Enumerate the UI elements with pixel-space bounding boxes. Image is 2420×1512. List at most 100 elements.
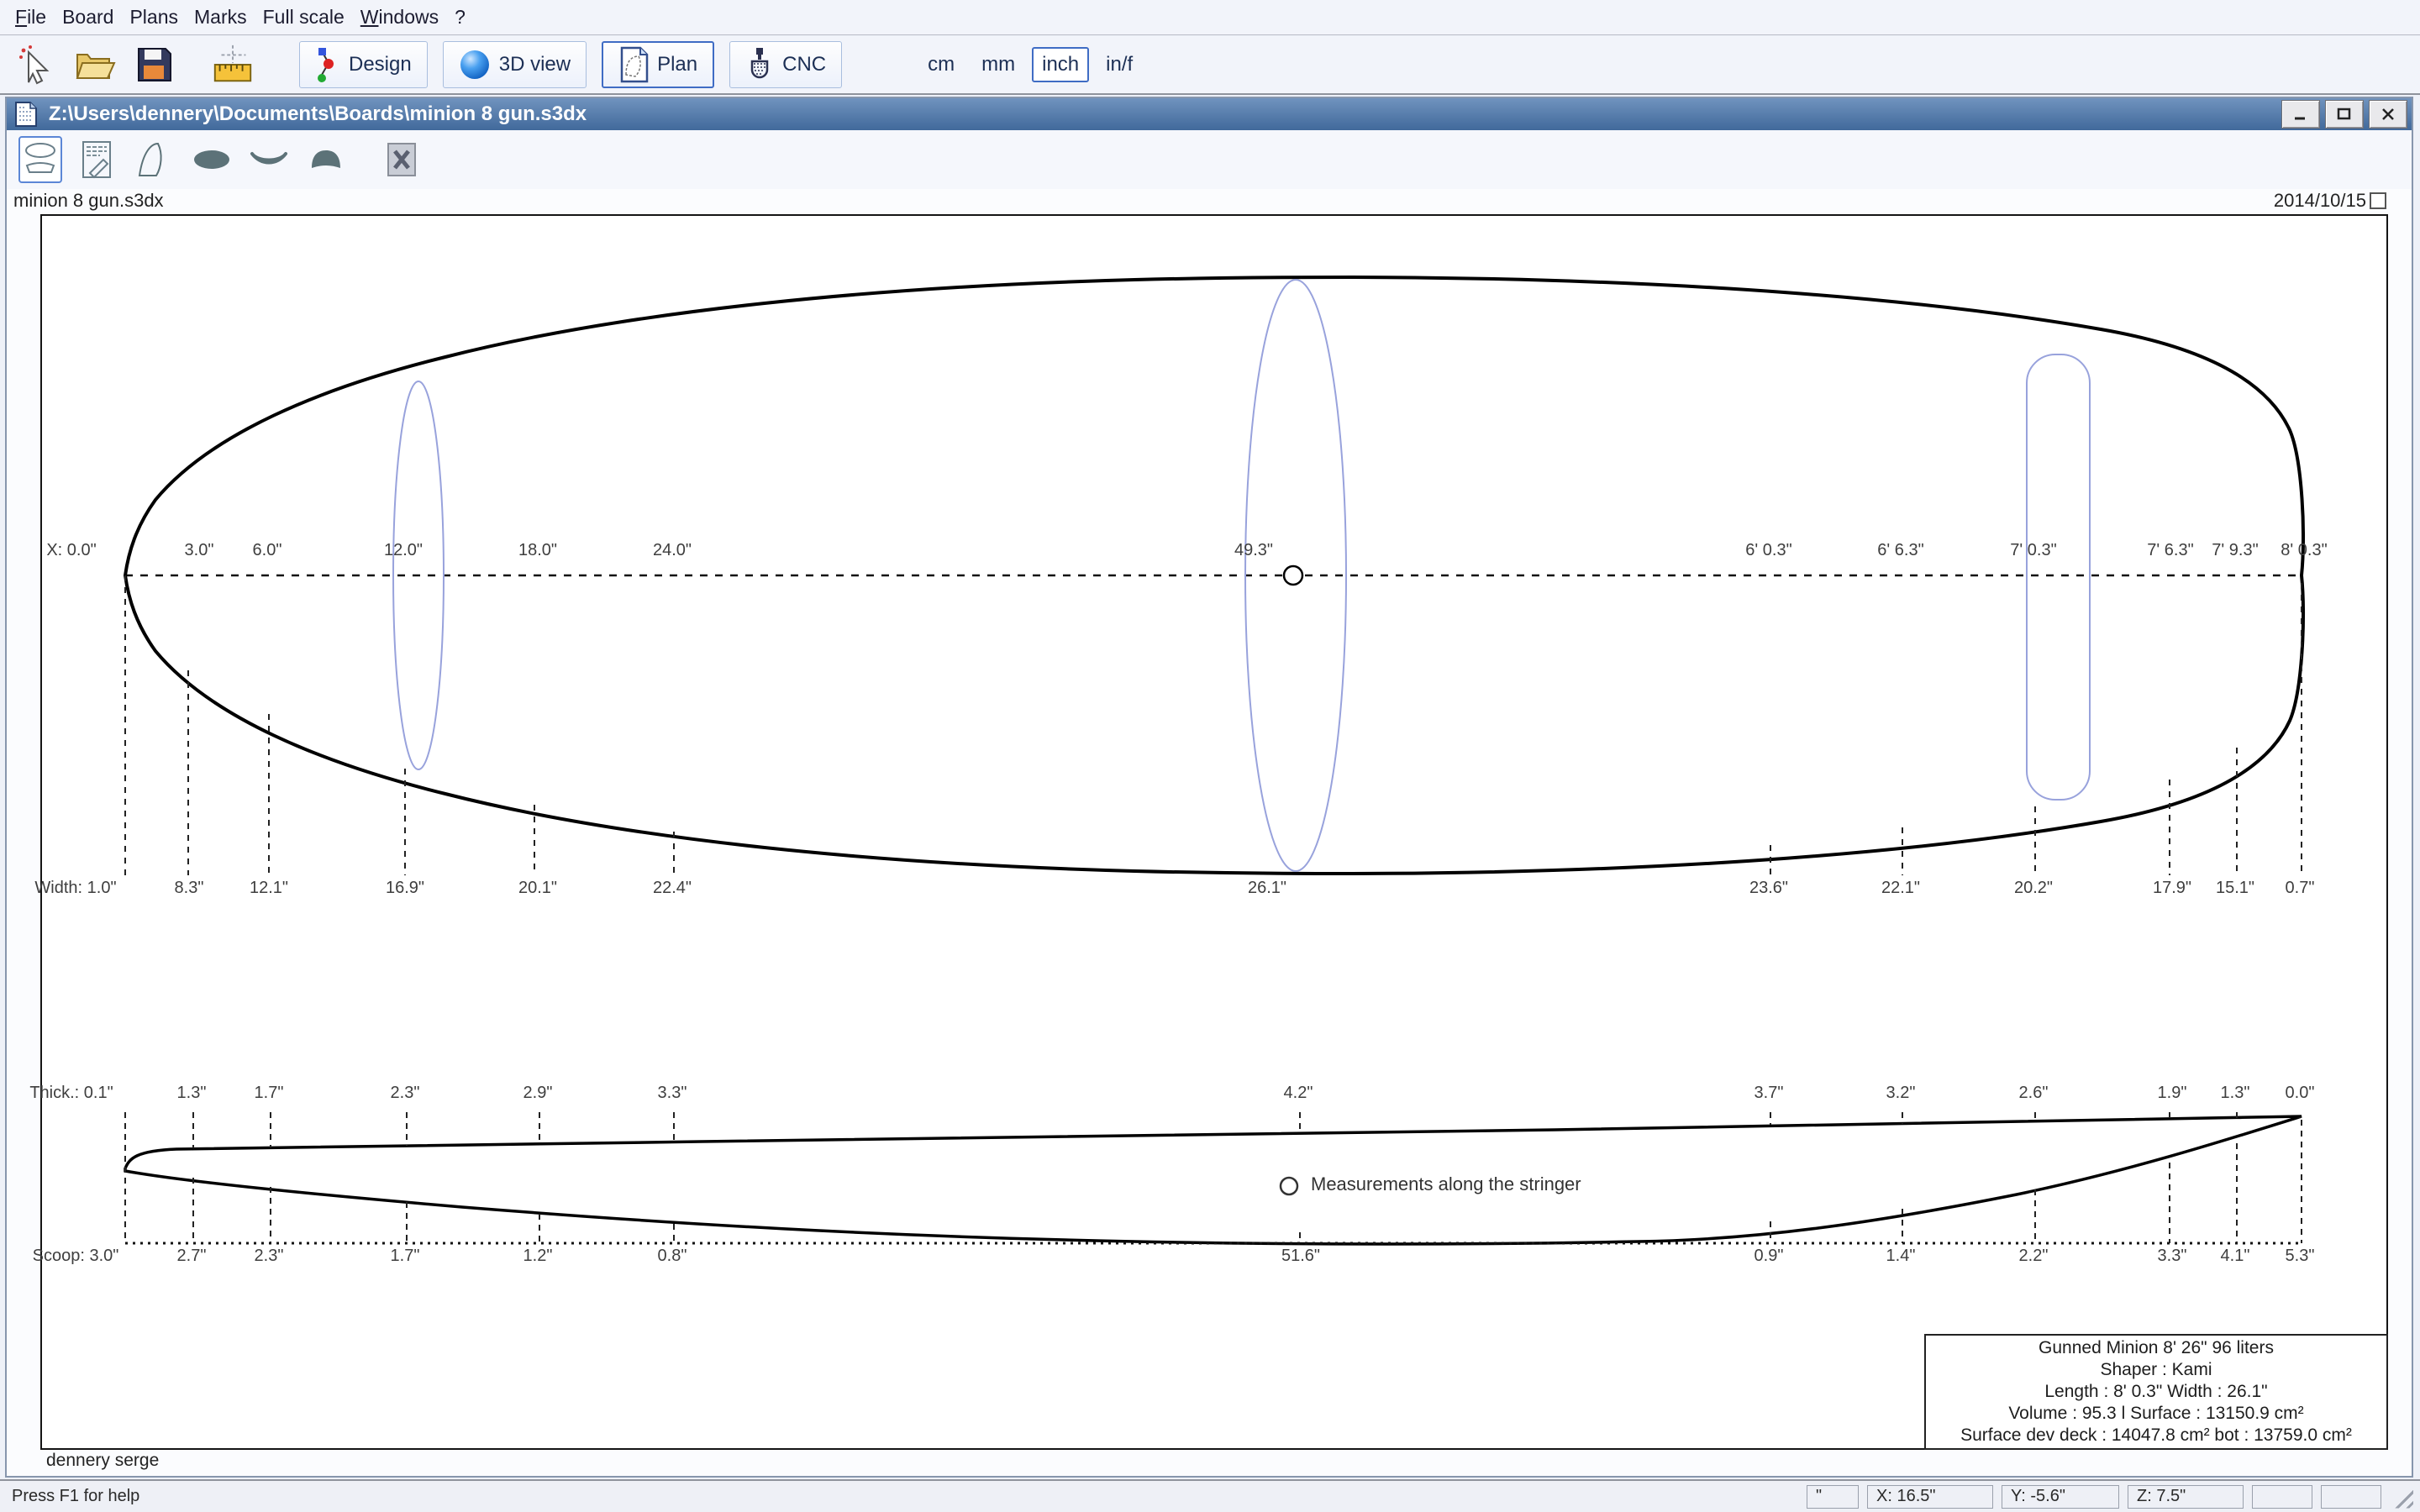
plan-filled-icon[interactable] [190, 136, 234, 183]
status-empty-field-2 [2321, 1484, 2381, 1509]
x-label-4: 18.0" [518, 541, 558, 559]
scoop-label-8: 1.4" [1886, 1247, 1916, 1265]
rocker-filled-icon[interactable] [247, 136, 291, 183]
scoop-label-2: 2.3" [254, 1247, 284, 1265]
maximize-button[interactable] [2325, 100, 2364, 129]
unit-cm[interactable]: cm [918, 47, 965, 82]
ruler-icon[interactable] [210, 42, 255, 87]
thick-label-7: 3.7" [1754, 1084, 1784, 1102]
design-button-label: Design [349, 53, 412, 76]
cnc-button-label: CNC [782, 53, 827, 76]
menu-item-windows[interactable]: Windows [360, 6, 455, 29]
3d-view-button[interactable]: 3D view [442, 41, 587, 88]
width-label-1: 8.3" [174, 879, 204, 897]
menu-item--[interactable]: ? [455, 6, 481, 29]
sphere-icon [460, 50, 489, 79]
hand-tool-glyph [19, 45, 50, 85]
profile-station-ticks [124, 1112, 2302, 1243]
scoop-label-11: 4.1" [2220, 1247, 2250, 1265]
outline-views-glyph [25, 143, 55, 173]
open-folder-glyph [76, 54, 116, 79]
thick-label-1: 1.3" [176, 1084, 207, 1102]
width-label-9: 20.2" [2013, 879, 2054, 897]
info-volume: Volume : 95.3 l Surface : 13150.9 cm² [2008, 1404, 2304, 1423]
scoop-label-9: 2.2" [2018, 1247, 2049, 1265]
3d-view-button-label: 3D view [498, 53, 571, 76]
scoop-label-12: 5.3" [2285, 1247, 2315, 1265]
x-label-11: 7' 9.3" [2212, 541, 2259, 559]
ruler-glyph [213, 45, 252, 82]
scoop-label-6: 51.6" [1281, 1247, 1321, 1265]
close-icon [2382, 108, 2394, 120]
unit-switcher: cm mm inch in/f [918, 47, 1143, 82]
unit-mm[interactable]: mm [971, 47, 1025, 82]
unit-inf[interactable]: in/f [1096, 47, 1143, 82]
window-buttons [2281, 100, 2407, 129]
plan-button[interactable]: Plan [602, 41, 715, 88]
section-filled-icon[interactable] [304, 136, 348, 183]
x-label-5: 24.0" [652, 541, 692, 559]
hand-tool-icon[interactable] [13, 42, 59, 87]
spec-sheet-icon[interactable] [76, 136, 119, 183]
menu-item-file[interactable]: File [15, 6, 62, 29]
save-icon[interactable] [131, 42, 176, 87]
menu-bar: File Board Plans Marks Full scale Windows? [0, 0, 2420, 35]
width-label-10: 17.9" [2152, 879, 2192, 897]
excel-export-icon[interactable] [380, 136, 424, 183]
scoop-label-3: 1.7" [390, 1247, 420, 1265]
plan-button-label: Plan [657, 53, 698, 76]
width-label-5: 22.4" [652, 879, 692, 897]
scoop-label-1: 2.7" [176, 1247, 207, 1265]
window-title: Z:\Users\dennery\Documents\Boards\minion… [49, 102, 587, 125]
view-toolbar [7, 130, 2412, 189]
author-label: dennery serge [46, 1451, 160, 1470]
window-titlebar[interactable]: Z:\Users\dennery\Documents\Boards\minion… [7, 98, 2412, 130]
thick-label-10: 1.9" [2157, 1084, 2187, 1102]
x-label-6: 49.3" [1234, 541, 1274, 559]
status-y-field: Y: -5.6" [2002, 1484, 2119, 1509]
rocker-filled-glyph [250, 152, 287, 165]
width-label-12: 0.7" [2285, 879, 2315, 897]
thick-label-4: 2.9" [523, 1084, 553, 1102]
width-label-7: 23.6" [1749, 879, 1789, 897]
menu-item-full-scale[interactable]: Full scale [263, 6, 360, 29]
thick-label-0: Thick.: 0.1" [29, 1084, 113, 1102]
width-label-4: 20.1" [518, 879, 558, 897]
minimize-button[interactable] [2281, 100, 2320, 129]
x-label-8: 6' 6.3" [1877, 541, 1924, 559]
spec-sheet-glyph [82, 141, 111, 179]
thick-label-2: 1.7" [254, 1084, 284, 1102]
status-empty-field-1 [2252, 1484, 2312, 1509]
status-z-field: Z: 7.5" [2128, 1484, 2244, 1509]
menu-item-board[interactable]: Board [62, 6, 129, 29]
design-button[interactable]: Design [299, 41, 428, 88]
minimize-icon [2295, 117, 2305, 120]
open-folder-icon[interactable] [72, 42, 118, 87]
thick-label-12: 0.0" [2285, 1084, 2315, 1102]
unit-inch[interactable]: inch [1032, 47, 1090, 82]
info-shaper: Shaper : Kami [2100, 1360, 2212, 1379]
status-fields: " X: 16.5" Y: -5.6" Z: 7.5" [1807, 1484, 2413, 1509]
status-x-field: X: 16.5" [1867, 1484, 1993, 1509]
x-label-7: 6' 0.3" [1745, 541, 1792, 559]
info-dimensions: Length : 8' 0.3" Width : 26.1" [2044, 1382, 2268, 1401]
cnc-button[interactable]: CNC [729, 41, 843, 88]
width-label-8: 22.1" [1881, 879, 1921, 897]
thick-label-9: 2.6" [2018, 1084, 2049, 1102]
rocker-profile-glyph [138, 142, 162, 176]
outline-views-icon[interactable] [18, 136, 62, 183]
close-button[interactable] [2369, 100, 2407, 129]
board-info-box: Gunned Minion 8' 26" 96 liters Shaper : … [1924, 1334, 2388, 1450]
resize-grip[interactable] [2390, 1484, 2413, 1509]
x-label-9: 7' 0.3" [2010, 541, 2057, 559]
menu-item-plans[interactable]: Plans [129, 6, 194, 29]
design-icon [318, 48, 334, 82]
x-label-12: 8' 0.3" [2281, 541, 2328, 559]
app-root: { "menu": { "items": [ {"label": "File",… [0, 0, 2420, 1512]
scoop-label-0: Scoop: 3.0" [32, 1247, 119, 1265]
menu-item-marks[interactable]: Marks [194, 6, 263, 29]
x-label-2: 6.0" [252, 541, 282, 559]
rocker-profile-icon[interactable] [133, 136, 176, 183]
date-checkbox[interactable] [2370, 192, 2386, 209]
main-toolbar: Design 3D view Plan CNC cm mm inch in/f [0, 36, 2420, 95]
